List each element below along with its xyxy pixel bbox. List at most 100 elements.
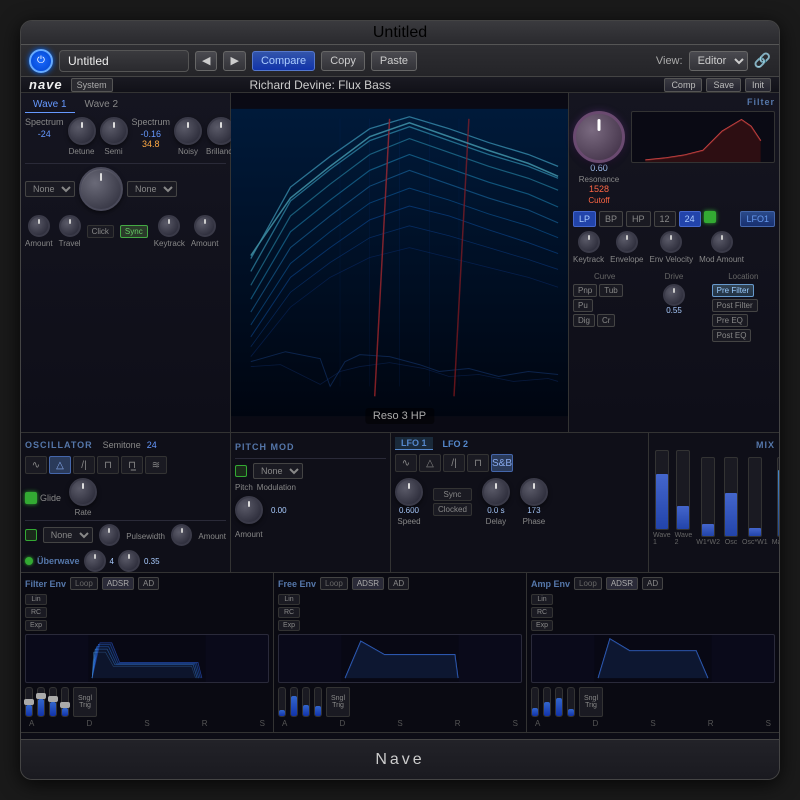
free-env-exp[interactable]: Exp bbox=[278, 620, 300, 631]
lfo-saw-btn[interactable]: /| bbox=[443, 454, 465, 472]
filt-envvel-knob[interactable] bbox=[660, 231, 682, 253]
amp-env-adsr[interactable]: ADSR bbox=[606, 577, 638, 590]
curve-tub[interactable]: Tub bbox=[599, 284, 623, 297]
wave-saw-btn[interactable]: /| bbox=[73, 456, 95, 474]
filter-s-slider[interactable] bbox=[49, 687, 57, 717]
wave2-bar[interactable] bbox=[676, 450, 690, 530]
loc-prefilter[interactable]: Pre Filter bbox=[712, 284, 754, 297]
filter-env-rc[interactable]: RC bbox=[25, 607, 47, 618]
wave-sqr-btn[interactable]: ⊓ bbox=[97, 456, 119, 474]
wave-noise-btn[interactable]: ≋ bbox=[145, 456, 167, 474]
wave2-tab[interactable]: Wave 2 bbox=[77, 97, 127, 113]
pw-mod-select[interactable]: None bbox=[43, 527, 93, 543]
drive-knob[interactable] bbox=[663, 284, 685, 306]
filter-env-lin[interactable]: Lin bbox=[25, 594, 47, 605]
lfo-clocked-btn[interactable]: Clocked bbox=[433, 503, 472, 516]
lfo-sine-btn[interactable]: ∿ bbox=[395, 454, 417, 472]
pitch-amount-knob[interactable] bbox=[235, 496, 263, 524]
amp-env-exp[interactable]: Exp bbox=[531, 620, 553, 631]
wave1-bar[interactable] bbox=[655, 450, 669, 530]
filter-r-slider[interactable] bbox=[61, 687, 69, 717]
lfo-tri-btn[interactable]: △ bbox=[419, 454, 441, 472]
init-button[interactable]: Init bbox=[745, 78, 771, 92]
wave1-tab[interactable]: Wave 1 bbox=[25, 97, 75, 113]
filter-env-ad[interactable]: AD bbox=[138, 577, 159, 590]
free-s-slider[interactable] bbox=[302, 687, 310, 717]
free-a-slider[interactable] bbox=[278, 687, 286, 717]
filter-env-loop[interactable]: Loop bbox=[70, 577, 98, 590]
paste-button[interactable]: Paste bbox=[371, 51, 417, 71]
free-env-adsr[interactable]: ADSR bbox=[352, 577, 384, 590]
pitch-mod-led[interactable] bbox=[235, 465, 247, 477]
amp-env-ad[interactable]: AD bbox=[642, 577, 663, 590]
amp-d-slider[interactable] bbox=[543, 687, 551, 717]
amount2-knob[interactable] bbox=[194, 215, 216, 237]
semi-knob[interactable] bbox=[100, 117, 128, 145]
wave-tri-btn[interactable]: △ bbox=[49, 456, 71, 474]
system-button[interactable]: System bbox=[71, 78, 113, 92]
density-knob[interactable] bbox=[84, 550, 106, 572]
curve-dig[interactable]: Dig bbox=[573, 314, 595, 327]
filter-d-slider[interactable] bbox=[37, 687, 45, 717]
free-sngl-trig[interactable]: SnglTrig bbox=[326, 687, 350, 717]
wave-pw-btn[interactable]: ⊓̲ bbox=[121, 456, 143, 474]
filter-hp-btn[interactable]: HP bbox=[626, 211, 651, 227]
filt-keytrack-knob[interactable] bbox=[578, 231, 600, 253]
keytrack-knob[interactable] bbox=[158, 215, 180, 237]
curve-pu[interactable]: Pu bbox=[573, 299, 593, 312]
detune-knob[interactable] bbox=[68, 117, 96, 145]
filter-led[interactable] bbox=[704, 211, 716, 223]
loc-posteq[interactable]: Post EQ bbox=[712, 329, 752, 342]
sync-btn[interactable]: Sync bbox=[120, 225, 148, 238]
free-d-slider[interactable] bbox=[290, 687, 298, 717]
pw-knob[interactable] bbox=[99, 524, 121, 546]
w1w2-bar[interactable] bbox=[701, 457, 715, 537]
amp-s-slider[interactable] bbox=[555, 687, 563, 717]
link-icon[interactable]: 🔗 bbox=[754, 52, 771, 69]
free-env-ad[interactable]: AD bbox=[388, 577, 409, 590]
glide-led[interactable] bbox=[25, 492, 37, 504]
prev-preset-button[interactable]: ◀ bbox=[195, 51, 217, 71]
free-env-rc[interactable]: RC bbox=[278, 607, 300, 618]
filt-mod-knob[interactable] bbox=[711, 231, 733, 253]
lfo-sb-btn[interactable]: S&B bbox=[491, 454, 513, 472]
mod-knob-main[interactable] bbox=[79, 167, 123, 211]
filt-envelope-knob[interactable] bbox=[616, 231, 638, 253]
lfo-speed-knob[interactable] bbox=[395, 478, 423, 506]
lfo-sync-btn[interactable]: Sync bbox=[433, 488, 472, 501]
lfo2-tab[interactable]: LFO 2 bbox=[437, 438, 475, 450]
free-r-slider[interactable] bbox=[314, 687, 322, 717]
amp-sngl-trig[interactable]: SnglTrig bbox=[579, 687, 603, 717]
spread-knob[interactable] bbox=[118, 550, 140, 572]
lfo-sqr-btn[interactable]: ⊓ bbox=[467, 454, 489, 472]
amp-a-slider[interactable] bbox=[531, 687, 539, 717]
travel-knob[interactable] bbox=[59, 215, 81, 237]
loc-praeq[interactable]: Pre EQ bbox=[712, 314, 748, 327]
amp-env-rc[interactable]: RC bbox=[531, 607, 553, 618]
filter-lfo-btn[interactable]: LFO1 bbox=[740, 211, 775, 227]
osc-bar[interactable] bbox=[724, 457, 738, 537]
view-select[interactable]: Editor bbox=[689, 51, 748, 71]
next-preset-button[interactable]: ▶ bbox=[223, 51, 245, 71]
filter-24-btn[interactable]: 24 bbox=[679, 211, 701, 227]
click-btn[interactable]: Click bbox=[87, 225, 114, 238]
noisy-knob[interactable] bbox=[174, 117, 202, 145]
resonance-knob[interactable] bbox=[573, 111, 625, 163]
filter-env-adsr[interactable]: ADSR bbox=[102, 577, 134, 590]
amp-r-slider[interactable] bbox=[567, 687, 575, 717]
copy-button[interactable]: Copy bbox=[321, 51, 365, 71]
curve-cr[interactable]: Cr bbox=[597, 314, 615, 327]
amp-env-lin[interactable]: Lin bbox=[531, 594, 553, 605]
lfo1-tab[interactable]: LFO 1 bbox=[395, 437, 433, 450]
master-bar[interactable] bbox=[777, 457, 779, 537]
wave-sine-btn[interactable]: ∿ bbox=[25, 456, 47, 474]
oscw1-bar[interactable] bbox=[748, 457, 762, 537]
pw-amount-knob[interactable] bbox=[171, 524, 193, 546]
free-env-lin[interactable]: Lin bbox=[278, 594, 300, 605]
compare-button[interactable]: Compare bbox=[252, 51, 315, 71]
filter-12-btn[interactable]: 12 bbox=[654, 211, 676, 227]
lfo-phase-knob[interactable] bbox=[520, 478, 548, 506]
filter-env-exp[interactable]: Exp bbox=[25, 620, 47, 631]
loc-postfilter[interactable]: Post Filter bbox=[712, 299, 758, 312]
amount-knob[interactable] bbox=[28, 215, 50, 237]
